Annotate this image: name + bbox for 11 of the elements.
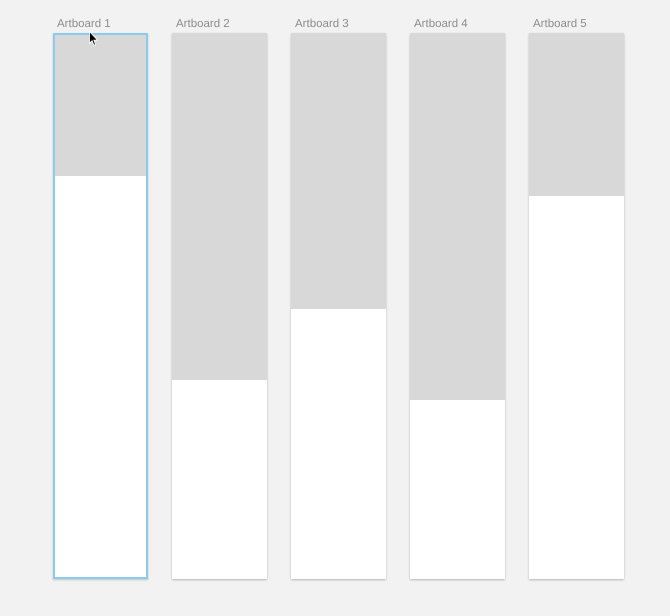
artboard-title[interactable]: Artboard 5	[533, 17, 587, 31]
artboard[interactable]	[291, 33, 386, 579]
artboard[interactable]	[529, 33, 624, 579]
artboard-title[interactable]: Artboard 3	[295, 17, 349, 31]
artboard[interactable]	[410, 33, 505, 579]
artboard-title[interactable]: Artboard 2	[176, 17, 230, 31]
artboard[interactable]	[172, 33, 267, 579]
mouse-pointer-icon	[89, 31, 98, 46]
artboard-title[interactable]: Artboard 1	[57, 17, 111, 31]
artboard[interactable]	[53, 33, 148, 579]
artboard-title[interactable]: Artboard 4	[414, 17, 468, 31]
